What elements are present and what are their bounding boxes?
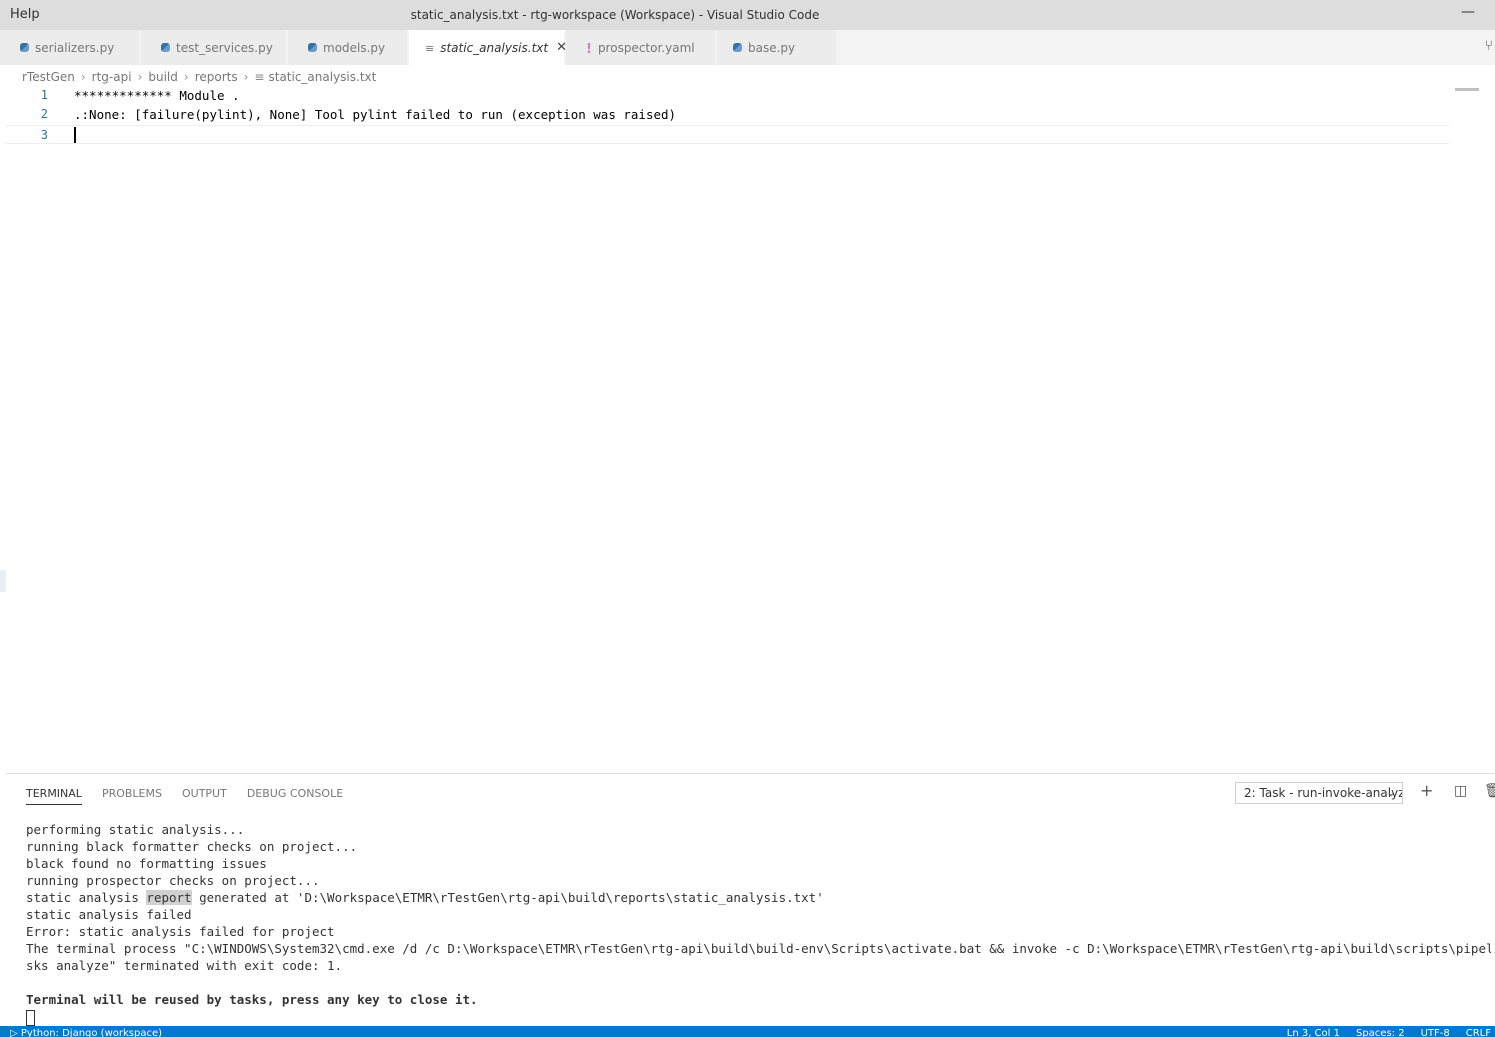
scroll-indicator xyxy=(0,570,6,592)
terminal-line: static analysis report generated at 'D:\… xyxy=(26,889,1491,906)
breadcrumb-item[interactable]: build xyxy=(148,70,178,84)
tab-debug-console[interactable]: DEBUG CONSOLE xyxy=(247,787,343,805)
status-bar: ▷ Python: Django (workspace) Ln 3, Col 1… xyxy=(0,1026,1495,1037)
breadcrumb: rTestGen › rtg-api › build › reports › ≡… xyxy=(22,68,376,86)
add-terminal-icon[interactable]: + xyxy=(1420,781,1433,800)
terminal-line: black found no formatting issues xyxy=(26,856,267,871)
line-number: 3 xyxy=(40,128,48,142)
terminal-text: static analysis xyxy=(26,890,147,905)
python-icon xyxy=(733,43,742,52)
tab-label: base.py xyxy=(748,40,796,55)
terminal-line: The terminal process "C:\WINDOWS\System3… xyxy=(26,941,1491,956)
terminal-text: generated at 'D:\Workspace\ETMR\rTestGen… xyxy=(191,890,824,905)
tab-prospector[interactable]: ! prospector.yaml xyxy=(566,30,716,65)
status-eol[interactable]: CRLF xyxy=(1466,1028,1491,1037)
text-file-icon: ≡ xyxy=(254,70,265,84)
status-indentation[interactable]: Spaces: 2 xyxy=(1356,1028,1405,1037)
status-interpreter-label: Python: Django (workspace) xyxy=(20,1028,163,1037)
editor-area[interactable]: 1 ************* Module . 2 .:None: [fail… xyxy=(6,86,1456,771)
tab-base[interactable]: base.py xyxy=(717,30,837,65)
status-encoding[interactable]: UTF-8 xyxy=(1421,1028,1450,1037)
editor-line[interactable]: 2 .:None: [failure(pylint), None] Tool p… xyxy=(6,105,1449,124)
tab-label: serializers.py xyxy=(35,40,115,55)
tab-label: models.py xyxy=(323,40,386,55)
breadcrumb-item[interactable]: rTestGen xyxy=(22,70,75,84)
title-bar: Help static_analysis.txt - rtg-workspace… xyxy=(0,0,1495,30)
source-control-icon[interactable]: ⑂ xyxy=(1485,38,1493,54)
python-icon xyxy=(161,43,170,52)
chevron-right-icon: › xyxy=(137,70,143,84)
window-title: static_analysis.txt - rtg-workspace (Wor… xyxy=(410,8,820,22)
terminal-line: running prospector checks on project... xyxy=(26,873,320,888)
tab-serializers[interactable]: serializers.py xyxy=(0,30,140,65)
panel-tabs: TERMINAL PROBLEMS OUTPUT DEBUG CONSOLE xyxy=(26,787,343,805)
terminal-cursor xyxy=(26,1009,35,1026)
line-text: .:None: [failure(pylint), None] Tool pyl… xyxy=(74,107,677,122)
editor-line[interactable]: 1 ************* Module . xyxy=(6,86,1449,105)
chevron-right-icon: › xyxy=(183,70,189,84)
breadcrumb-item[interactable]: static_analysis.txt xyxy=(268,70,376,84)
tab-output[interactable]: OUTPUT xyxy=(182,787,227,805)
terminal-line: static analysis failed xyxy=(26,907,192,922)
editor-tab-bar: serializers.py test_services.py models.p… xyxy=(0,30,1495,65)
status-interpreter[interactable]: ▷ Python: Django (workspace) xyxy=(10,1028,162,1037)
chevron-right-icon: › xyxy=(80,70,86,84)
python-icon xyxy=(20,43,29,52)
terminal-select[interactable]: 2: Task - run-invoke-analyze ⌄ xyxy=(1235,782,1403,804)
tab-static-analysis[interactable]: ≡ static_analysis.txt ✕ xyxy=(409,30,567,65)
terminal-line: performing static analysis... xyxy=(26,822,245,837)
line-number: 1 xyxy=(40,88,48,102)
terminal-line: sks analyze" terminated with exit code: … xyxy=(26,958,343,973)
breadcrumb-item[interactable]: reports xyxy=(195,70,238,84)
text-file-icon: ≡ xyxy=(425,41,435,55)
tab-models[interactable]: models.py xyxy=(288,30,408,65)
bottom-panel: TERMINAL PROBLEMS OUTPUT DEBUG CONSOLE 2… xyxy=(6,773,1495,1027)
breadcrumb-item[interactable]: rtg-api xyxy=(92,70,132,84)
chevron-down-icon: ⌄ xyxy=(1385,785,1396,799)
tab-terminal[interactable]: TERMINAL xyxy=(26,787,82,805)
editor-line-current[interactable]: 3 xyxy=(6,125,1449,144)
chevron-right-icon: › xyxy=(243,70,249,84)
terminal-line: Terminal will be reused by tasks, press … xyxy=(26,992,478,1007)
yaml-icon: ! xyxy=(586,41,592,57)
tab-problems[interactable]: PROBLEMS xyxy=(102,787,162,805)
tab-test-services[interactable]: test_services.py xyxy=(141,30,287,65)
terminal-cursor-line xyxy=(26,1008,1491,1026)
minimize-button[interactable]: — xyxy=(1461,4,1475,20)
terminal-line: running black formatter checks on projec… xyxy=(26,839,358,854)
trash-icon[interactable]: 🗑 xyxy=(1484,783,1495,799)
python-icon xyxy=(308,43,317,52)
split-terminal-icon[interactable]: ◫ xyxy=(1454,783,1467,799)
tab-label: static_analysis.txt xyxy=(440,40,549,55)
status-cursor-position[interactable]: Ln 3, Col 1 xyxy=(1287,1028,1340,1037)
tab-label: prospector.yaml xyxy=(597,40,695,55)
terminal-line: Error: static analysis failed for projec… xyxy=(26,924,335,939)
line-number: 2 xyxy=(40,107,48,121)
status-right: Ln 3, Col 1 Spaces: 2 UTF-8 CRLF xyxy=(1287,1028,1491,1037)
minimap[interactable] xyxy=(1455,88,1479,91)
tab-label: test_services.py xyxy=(176,40,273,55)
line-text: ************* Module . xyxy=(74,88,240,103)
terminal-output[interactable]: performing static analysis... running bla… xyxy=(26,821,1491,1026)
search-highlight: report xyxy=(146,890,192,905)
terminal-select-value: 2: Task - run-invoke-analyze xyxy=(1244,786,1403,800)
text-cursor xyxy=(74,127,76,143)
